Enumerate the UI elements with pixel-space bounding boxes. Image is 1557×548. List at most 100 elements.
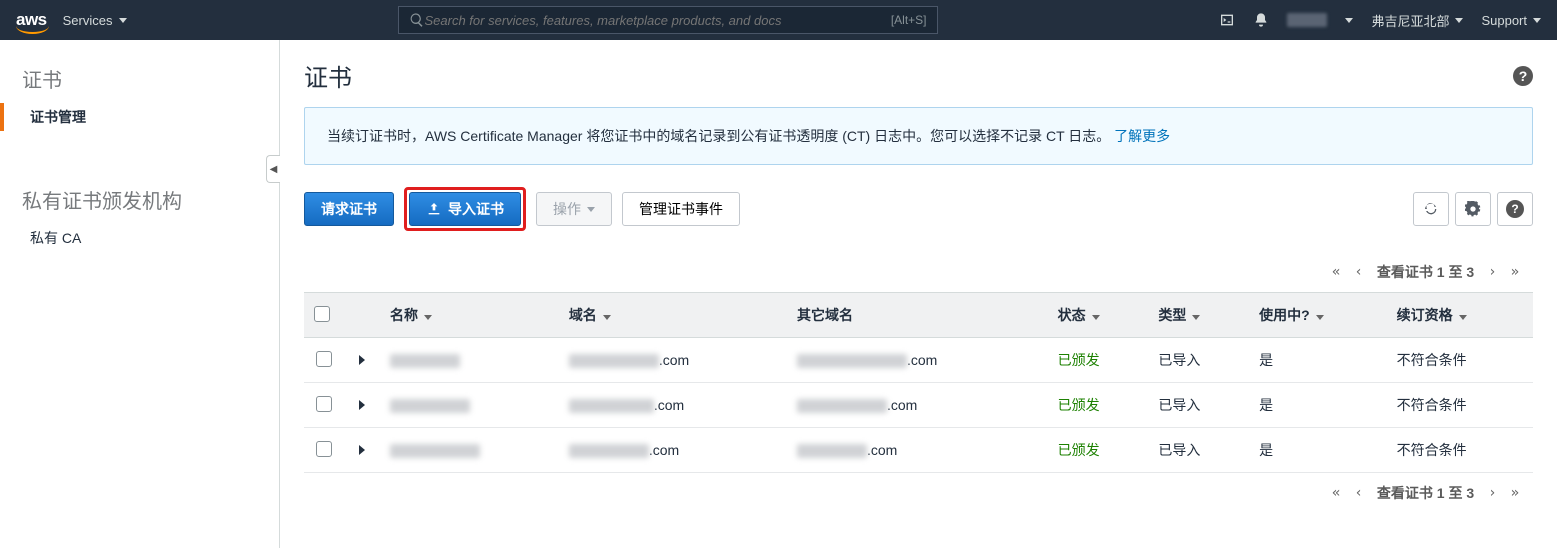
sort-caret-icon xyxy=(603,315,611,320)
cell-in-use: 是 xyxy=(1249,428,1386,473)
question-icon: ? xyxy=(1506,200,1524,218)
col-header-in-use[interactable]: 使用中? xyxy=(1249,293,1386,338)
gear-icon xyxy=(1465,201,1481,217)
expand-row-icon[interactable] xyxy=(359,445,365,455)
import-highlight: 导入证书 xyxy=(404,187,526,231)
certificates-table-container: « ‹ 查看证书 1 至 3 › » 名称 域名 其它域名 状态 类型 xyxy=(304,251,1533,513)
pager-first[interactable]: « xyxy=(1332,485,1340,501)
sidebar-collapse-handle[interactable]: ◀ xyxy=(266,155,280,183)
caret-down-icon xyxy=(119,18,127,23)
global-search[interactable]: [Alt+S] xyxy=(398,6,938,34)
pager-last[interactable]: » xyxy=(1511,485,1519,501)
app-shell: ◀ 证书 证书管理 私有证书颁发机构 私有 CA 证书 ? 当续订证书时，AWS… xyxy=(0,40,1557,548)
pager-last[interactable]: » xyxy=(1511,264,1519,280)
cell-other-domains: .com xyxy=(787,383,1048,428)
col-header-other-domains[interactable]: 其它域名 xyxy=(787,293,1048,338)
sort-caret-icon xyxy=(1459,315,1467,320)
sidebar-item-private-ca[interactable]: 私有 CA xyxy=(0,224,279,252)
sidebar-group-certificates: 证书 xyxy=(0,58,279,103)
main-content: 证书 ? 当续订证书时，AWS Certificate Manager 将您证书… xyxy=(280,40,1557,548)
page-header: 证书 ? xyxy=(304,58,1533,93)
search-input[interactable] xyxy=(425,13,891,28)
top-nav: aws Services [Alt+S] 弗吉尼亚北部 Support xyxy=(0,0,1557,40)
cell-name xyxy=(380,428,559,473)
search-shortcut: [Alt+S] xyxy=(891,13,927,27)
row-checkbox[interactable] xyxy=(316,396,332,412)
refresh-button[interactable] xyxy=(1413,192,1449,226)
search-icon xyxy=(409,12,425,28)
caret-down-icon xyxy=(1533,18,1541,23)
pager-prev[interactable]: ‹ xyxy=(1354,264,1362,280)
caret-down-icon xyxy=(587,207,595,212)
sort-caret-icon xyxy=(1192,315,1200,320)
cell-other-domains: .com xyxy=(787,338,1048,383)
cell-status: 已颁发 xyxy=(1048,338,1149,383)
bell-icon[interactable] xyxy=(1253,12,1269,29)
cell-in-use: 是 xyxy=(1249,338,1386,383)
import-certificate-label: 导入证书 xyxy=(448,199,504,219)
pager-label: 查看证书 1 至 3 xyxy=(1377,483,1474,503)
table-row: .com .com 已颁发 已导入 是 不符合条件 xyxy=(304,428,1533,473)
sort-caret-icon xyxy=(1092,315,1100,320)
cloudshell-icon[interactable] xyxy=(1219,12,1235,29)
banner-learn-more-link[interactable]: 了解更多 xyxy=(1114,128,1170,144)
cell-name xyxy=(380,338,559,383)
pager-bottom: « ‹ 查看证书 1 至 3 › » xyxy=(304,473,1533,513)
sidebar: ◀ 证书 证书管理 私有证书颁发机构 私有 CA xyxy=(0,40,280,548)
actions-dropdown[interactable]: 操作 xyxy=(536,192,612,226)
support-label: Support xyxy=(1481,13,1527,28)
cell-renewal: 不符合条件 xyxy=(1387,383,1533,428)
import-certificate-button[interactable]: 导入证书 xyxy=(409,192,521,226)
region-label: 弗吉尼亚北部 xyxy=(1371,11,1449,30)
expand-row-icon[interactable] xyxy=(359,355,365,365)
services-menu[interactable]: Services xyxy=(63,13,127,28)
cell-type: 已导入 xyxy=(1148,338,1249,383)
sidebar-item-certificate-management[interactable]: 证书管理 xyxy=(0,103,279,131)
upload-icon xyxy=(426,201,442,217)
cell-renewal: 不符合条件 xyxy=(1387,338,1533,383)
expand-row-icon[interactable] xyxy=(359,400,365,410)
cell-status: 已颁发 xyxy=(1048,428,1149,473)
account-label-redacted[interactable] xyxy=(1287,13,1327,27)
sort-caret-icon xyxy=(424,315,432,320)
pager-prev[interactable]: ‹ xyxy=(1354,485,1362,501)
support-menu[interactable]: Support xyxy=(1481,13,1541,28)
row-checkbox[interactable] xyxy=(316,351,332,367)
pager-first[interactable]: « xyxy=(1332,264,1340,280)
sort-caret-icon xyxy=(1316,315,1324,320)
pager-next[interactable]: › xyxy=(1488,264,1496,280)
request-certificate-button[interactable]: 请求证书 xyxy=(304,192,394,226)
pager-next[interactable]: › xyxy=(1488,485,1496,501)
region-selector[interactable]: 弗吉尼亚北部 xyxy=(1371,11,1463,30)
help-icon[interactable]: ? xyxy=(1513,66,1533,86)
top-nav-right: 弗吉尼亚北部 Support xyxy=(1219,11,1541,30)
services-label: Services xyxy=(63,13,113,28)
col-header-status[interactable]: 状态 xyxy=(1048,293,1149,338)
caret-down-icon xyxy=(1455,18,1463,23)
table-row: .com .com 已颁发 已导入 是 不符合条件 xyxy=(304,383,1533,428)
col-header-domain[interactable]: 域名 xyxy=(559,293,787,338)
col-header-type[interactable]: 类型 xyxy=(1148,293,1249,338)
ct-info-banner: 当续订证书时，AWS Certificate Manager 将您证书中的域名记… xyxy=(304,107,1533,165)
cell-domain: .com xyxy=(559,338,787,383)
select-all-checkbox[interactable] xyxy=(314,306,330,322)
col-header-renewal[interactable]: 续订资格 xyxy=(1387,293,1533,338)
certificates-table: 名称 域名 其它域名 状态 类型 使用中? 续订资格 .com .com 已颁发… xyxy=(304,292,1533,473)
help-button[interactable]: ? xyxy=(1497,192,1533,226)
sidebar-group-pca: 私有证书颁发机构 xyxy=(0,179,279,224)
manage-events-button[interactable]: 管理证书事件 xyxy=(622,192,740,226)
pager-top: « ‹ 查看证书 1 至 3 › » xyxy=(304,252,1533,292)
cell-name xyxy=(380,383,559,428)
row-checkbox[interactable] xyxy=(316,441,332,457)
cell-domain: .com xyxy=(559,383,787,428)
pager-label: 查看证书 1 至 3 xyxy=(1377,262,1474,282)
aws-logo[interactable]: aws xyxy=(16,10,47,30)
banner-text: 当续订证书时，AWS Certificate Manager 将您证书中的域名记… xyxy=(327,128,1110,144)
cell-type: 已导入 xyxy=(1148,428,1249,473)
cell-domain: .com xyxy=(559,428,787,473)
settings-button[interactable] xyxy=(1455,192,1491,226)
table-row: .com .com 已颁发 已导入 是 不符合条件 xyxy=(304,338,1533,383)
action-bar-right: ? xyxy=(1413,192,1533,226)
col-header-name[interactable]: 名称 xyxy=(380,293,559,338)
cell-in-use: 是 xyxy=(1249,383,1386,428)
